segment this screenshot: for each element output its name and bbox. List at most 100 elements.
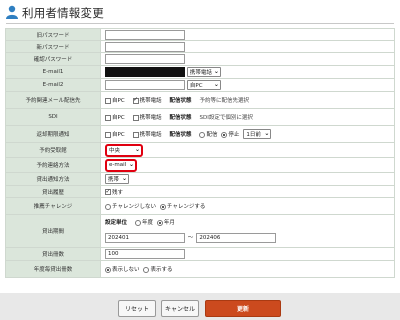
overdue-send-radio[interactable]: [199, 131, 206, 138]
label-lending-contact: 貸出通知方法: [5, 172, 101, 186]
period-month-label: 年月: [163, 220, 175, 226]
label-count: 貸出冊数: [5, 247, 101, 261]
count-input[interactable]: 100: [105, 249, 185, 259]
row-current-password: 旧パスワード: [5, 28, 395, 41]
label-new-password: 新パスワード: [5, 40, 101, 53]
notify-status-label: 配信状態: [169, 98, 192, 104]
notify-mobile-label: 携帯電話: [139, 98, 162, 104]
new-password-input[interactable]: [105, 41, 185, 52]
label-current-password: 旧パスワード: [5, 28, 101, 41]
period-month-radio[interactable]: [156, 219, 163, 226]
overdue-pc-label: 自PC: [112, 132, 125, 138]
overdue-stop-radio[interactable]: [221, 131, 228, 138]
history-keep-checkbox[interactable]: [105, 188, 111, 195]
overdue-days-value: 1日前: [246, 132, 261, 138]
label-reserve-location: 予約受取館: [5, 142, 101, 158]
email2-type-value: 自PC: [189, 83, 203, 89]
period-unit-label: 設定単位: [105, 220, 128, 226]
reserve-contact-value: e-mail: [109, 162, 127, 168]
overdue-send-label: 配信: [206, 132, 218, 138]
row-count: 貸出冊数 100: [5, 247, 395, 261]
label-email2: E-mail2: [5, 78, 101, 92]
period-range-row: 202401 ～ 202406: [105, 231, 394, 245]
label-overdue: 返却期限通知: [5, 125, 101, 143]
reserve-location-value: 中央: [109, 148, 121, 154]
recommend-no-radio[interactable]: [105, 203, 111, 210]
reset-button[interactable]: リセット: [118, 300, 156, 317]
recommend-no-label: チャレンジしない: [112, 204, 156, 210]
notify-mobile-checkbox[interactable]: [132, 96, 139, 104]
row-annual: 年度毎貸出冊数 表示しない 表示する: [5, 260, 395, 278]
page-title: 利用者情報変更: [22, 6, 104, 20]
lending-contact-value: 携帯: [108, 177, 120, 183]
recommend-yes-label: チャレンジする: [166, 204, 206, 210]
reserve-contact-select[interactable]: e-mail ⌄: [105, 158, 137, 172]
footer-bar: リセット キャンセル 更新: [0, 293, 400, 320]
label-annual: 年度毎貸出冊数: [5, 260, 101, 278]
row-sdi: SDI 自PC 携帯電話 配信状態 SDI設定で個別に選択: [5, 108, 395, 126]
recommend-yes-radio[interactable]: [159, 203, 166, 210]
row-email1: E-mail1 携帯電話 ⌄: [5, 65, 395, 79]
label-notify-dest: 予約関連メール配信先: [5, 91, 101, 109]
chevron-down-icon: ⌄: [128, 161, 134, 168]
chevron-down-icon: ⌄: [134, 146, 140, 153]
label-history: 貸出履歴: [5, 185, 101, 198]
row-lending-contact: 貸出通知方法 携帯 ⌄: [5, 172, 395, 186]
email1-input-masked[interactable]: [105, 67, 185, 77]
annual-show-radio[interactable]: [143, 266, 150, 273]
notify-pc-label: 自PC: [112, 98, 125, 104]
period-from-input[interactable]: 202401: [105, 233, 185, 243]
row-email2: E-mail2 自PC ⌄: [5, 78, 395, 92]
sdi-pc-label: 自PC: [112, 115, 125, 121]
overdue-days-select[interactable]: 1日前 ⌄: [243, 129, 272, 139]
notify-pc-checkbox[interactable]: [105, 97, 111, 104]
sdi-mobile-label: 携帯電話: [139, 115, 162, 121]
user-info-form: 旧パスワード 新パスワード 確認パスワード E-mail1 携帯電話 ⌄ E-ma…: [5, 28, 395, 278]
period-fiscal-radio[interactable]: [134, 219, 141, 226]
row-recommend: 推薦チャレンジ チャレンジしない チャレンジする: [5, 197, 395, 215]
overdue-pc-checkbox[interactable]: [105, 131, 111, 138]
annual-show-label: 表示する: [150, 267, 173, 273]
current-password-input[interactable]: [105, 29, 185, 40]
row-confirm-password: 確認パスワード: [5, 52, 395, 66]
overdue-stop-label: 停止: [228, 132, 240, 138]
row-overdue: 返却期限通知 自PC 携帯電話 配信状態 配信 停止 1日前 ⌄: [5, 125, 395, 143]
row-new-password: 新パスワード: [5, 40, 395, 53]
user-icon: [6, 5, 18, 19]
annual-hide-label: 表示しない: [112, 267, 140, 273]
email2-input[interactable]: [105, 80, 185, 90]
period-separator: ～: [187, 235, 194, 241]
annual-hide-radio[interactable]: [105, 266, 111, 273]
header-divider: [6, 23, 394, 24]
row-history: 貸出履歴 残す: [5, 185, 395, 198]
lending-contact-select[interactable]: 携帯 ⌄: [105, 174, 129, 184]
notify-status-text: 予約等に配信先選択: [199, 98, 249, 104]
page-header: 利用者情報変更: [0, 0, 400, 24]
label-sdi: SDI: [5, 108, 101, 126]
reserve-location-select[interactable]: 中央 ⌄: [105, 143, 143, 157]
label-email1: E-mail1: [5, 65, 101, 79]
sdi-status-text: SDI設定で個別に選択: [199, 115, 253, 121]
row-reserve-contact: 予約連絡方法 e-mail ⌄: [5, 157, 395, 173]
label-confirm-password: 確認パスワード: [5, 52, 101, 66]
email2-type-select[interactable]: 自PC ⌄: [186, 80, 221, 90]
email1-type-value: 携帯電話: [189, 70, 212, 76]
confirm-password-input[interactable]: [105, 54, 185, 64]
overdue-status-label: 配信状態: [169, 132, 192, 138]
period-unit-row: 設定単位 年度 年月: [105, 217, 394, 229]
row-period: 貸出期間 設定単位 年度 年月 202401 ～ 202406: [5, 214, 395, 248]
sdi-mobile-checkbox[interactable]: [132, 114, 139, 121]
chevron-down-icon: ⌄: [213, 81, 219, 88]
overdue-mobile-checkbox[interactable]: [132, 131, 139, 138]
sdi-pc-checkbox[interactable]: [105, 114, 111, 121]
sdi-status-label: 配信状態: [169, 115, 192, 121]
cancel-button[interactable]: キャンセル: [161, 300, 199, 317]
email1-type-select[interactable]: 携帯電話 ⌄: [186, 67, 221, 77]
chevron-down-icon: ⌄: [213, 68, 219, 75]
period-to-input[interactable]: 202406: [196, 233, 277, 243]
row-reserve-location: 予約受取館 中央 ⌄: [5, 142, 395, 158]
update-button[interactable]: 更新: [205, 300, 281, 317]
overdue-mobile-label: 携帯電話: [139, 132, 162, 138]
chevron-down-icon: ⌄: [121, 175, 127, 182]
label-reserve-contact: 予約連絡方法: [5, 157, 101, 173]
